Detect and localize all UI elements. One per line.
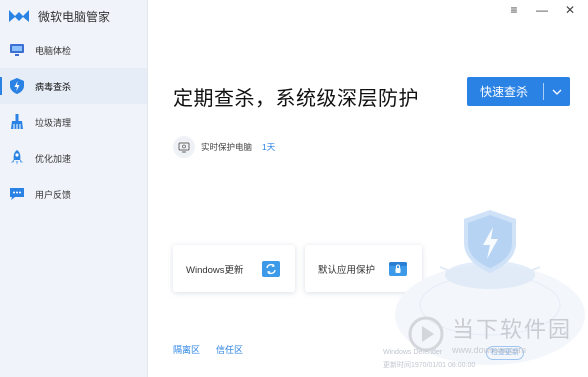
trust-zone-link[interactable]: 信任区	[216, 343, 243, 356]
sidebar-item-virus-scan[interactable]: 病毒查杀	[0, 68, 147, 104]
sidebar-item-feedback[interactable]: 用户反馈	[0, 176, 147, 212]
quick-scan-button[interactable]: 快速查杀	[467, 77, 570, 106]
rocket-icon	[9, 150, 25, 166]
watermark-url: www.downxia.com	[452, 345, 527, 355]
sidebar-item-label: 垃圾清理	[35, 117, 72, 128]
windows-update-icon	[262, 260, 280, 277]
broom-icon	[9, 114, 25, 130]
windows-update-card[interactable]: Windows更新	[173, 245, 295, 292]
monitor-icon	[9, 42, 25, 58]
protection-days: 1天	[262, 142, 276, 152]
sidebar-item-label: 优化加速	[35, 153, 72, 164]
watermark: 当下软件园 www.downxia.com	[408, 312, 572, 355]
sidebar-item-optimize[interactable]: 优化加速	[0, 140, 147, 176]
protection-label: 实时保护电脑	[201, 142, 253, 152]
watermark-text: 当下软件园 www.downxia.com	[452, 312, 572, 355]
monitor-shield-icon	[173, 136, 195, 158]
app-title: 微软电脑管家	[38, 9, 111, 24]
brand: 微软电脑管家	[8, 6, 110, 26]
card-label: 默认应用保护	[318, 264, 376, 276]
feedback-icon	[9, 186, 25, 202]
watermark-title: 当下软件园	[452, 317, 573, 342]
window-controls: ≡ — ✕	[506, 2, 578, 18]
page-title: 定期查杀，系统级深层防护	[173, 88, 419, 110]
menu-icon[interactable]: ≡	[506, 2, 522, 18]
bottom-links: 隔离区 信任区	[173, 343, 243, 356]
sidebar-item-label: 电脑体检	[35, 45, 72, 56]
card-label: Windows更新	[186, 264, 244, 276]
realtime-protection-status: 实时保护电脑 1天	[173, 136, 275, 158]
play-logo-icon	[408, 316, 444, 351]
quarantine-link[interactable]: 隔离区	[173, 343, 200, 356]
sidebar-item-label: 用户反馈	[35, 189, 72, 200]
chevron-down-icon[interactable]	[544, 89, 570, 95]
close-icon[interactable]: ✕	[562, 2, 578, 18]
minimize-icon[interactable]: —	[534, 2, 550, 18]
quick-scan-label: 快速查杀	[480, 85, 529, 99]
sidebar-item-checkup[interactable]: 电脑体检	[0, 32, 147, 68]
sidebar: 微软电脑管家 电脑体检 病毒查杀 垃圾清理 优化加速 用户反馈	[0, 0, 148, 377]
update-time: 更新时间1970/01/01 08:00:00	[383, 362, 476, 369]
sidebar-nav: 电脑体检 病毒查杀 垃圾清理 优化加速 用户反馈	[0, 32, 147, 212]
sidebar-item-cleanup[interactable]: 垃圾清理	[0, 104, 147, 140]
shield-icon	[9, 78, 25, 94]
sidebar-item-label: 病毒查杀	[35, 81, 72, 92]
app-logo-icon	[9, 10, 29, 22]
